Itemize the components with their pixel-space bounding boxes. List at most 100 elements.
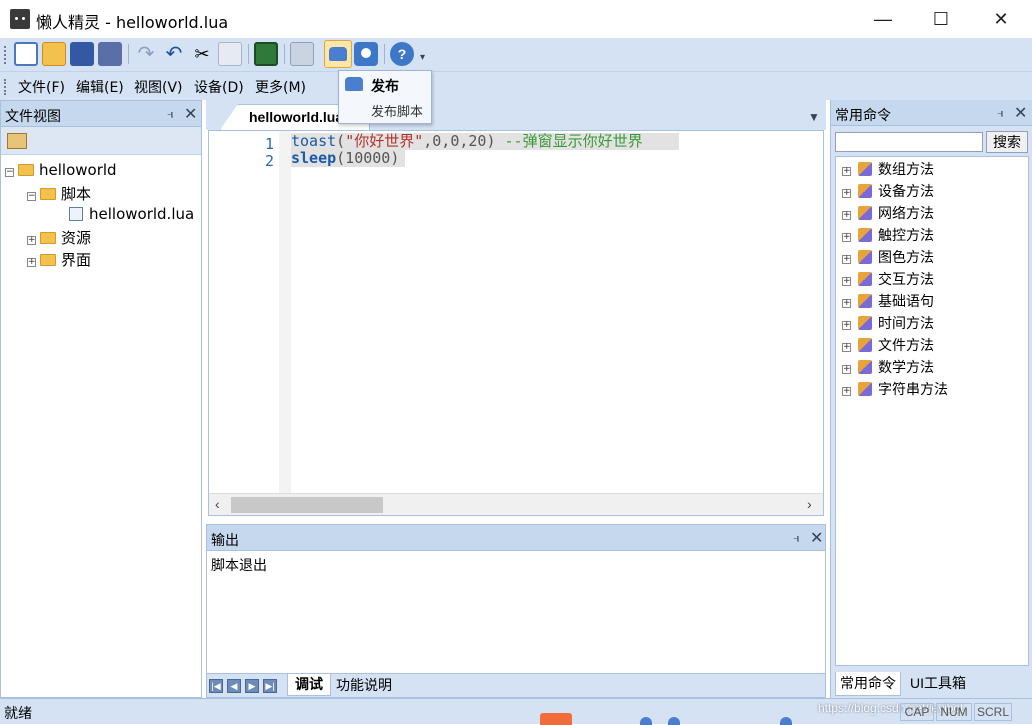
file-view-toolbar (1, 127, 201, 155)
pin-icon[interactable]: ⫣ (997, 106, 1004, 121)
new-file-icon[interactable] (14, 42, 38, 66)
command-list: + 数组方法 + 设备方法 + 网络方法 + 触控方法 + 图色方法 + 交互方法 + 基础语… (835, 156, 1029, 666)
command-item[interactable]: + 图色方法 (842, 247, 934, 267)
command-item[interactable]: + 文件方法 (842, 335, 934, 355)
code-content: toast("你好世界",0,0,20) --弹窗显示你好世界 sleep(10… (291, 133, 679, 167)
tab-ui-toolbox[interactable]: UI工具箱 (903, 672, 973, 696)
camera-icon[interactable] (354, 42, 378, 66)
search-button[interactable]: 搜索 (986, 131, 1028, 153)
menu-file[interactable]: 文件(F) (18, 77, 65, 97)
expand-icon[interactable]: + (842, 189, 851, 198)
scroll-left-icon[interactable]: ‹ (215, 496, 220, 512)
next-page-icon[interactable]: ▶ (245, 679, 259, 693)
publish-script-item[interactable]: 发布脚本 (371, 101, 423, 120)
tab-common-commands[interactable]: 常用命令 (835, 672, 901, 696)
cut-icon[interactable]: ✂ (190, 42, 214, 66)
command-item[interactable]: + 网络方法 (842, 203, 934, 223)
last-page-icon[interactable]: ▶| (263, 679, 277, 693)
maximize-icon[interactable]: ☐ (918, 0, 964, 38)
android-icon (329, 47, 347, 61)
redo-icon[interactable]: ↷ (134, 42, 158, 66)
toolbar-separator (128, 44, 129, 64)
close-panel-icon[interactable]: ✕ (1014, 103, 1027, 122)
expand-icon[interactable]: + (842, 255, 851, 264)
code-comment: --弹窗显示你好世界 (495, 132, 643, 150)
undo-icon[interactable]: ↶ (162, 42, 186, 66)
menu-device[interactable]: 设备(D) (194, 77, 244, 97)
method-icon (858, 382, 872, 396)
command-item[interactable]: + 触控方法 (842, 225, 934, 245)
first-page-icon[interactable]: |◀ (209, 679, 223, 693)
line-number-gutter: 1 2 (209, 131, 279, 493)
tree-item-ui[interactable]: + 界面 (27, 249, 91, 270)
command-search-input[interactable] (835, 132, 983, 152)
scroll-right-icon[interactable]: › (807, 496, 812, 512)
menu-edit[interactable]: 编辑(E) (76, 77, 124, 97)
expand-icon[interactable]: + (842, 387, 851, 396)
publish-popup: 发布 发布脚本 (338, 70, 432, 124)
menu-more[interactable]: 更多(M) (255, 77, 306, 97)
scrollbar-thumb[interactable] (231, 497, 383, 513)
expand-icon[interactable]: + (27, 258, 36, 267)
method-icon (858, 162, 872, 176)
close-icon[interactable]: ✕ (978, 0, 1024, 38)
file-view-header: 文件视图 ⫣ ✕ (1, 101, 201, 127)
menu-view[interactable]: 视图(V) (134, 77, 183, 97)
command-item[interactable]: + 字符串方法 (842, 379, 948, 399)
command-item[interactable]: + 数学方法 (842, 357, 934, 377)
tab-debug[interactable]: 调试 (287, 674, 331, 696)
expand-icon[interactable]: + (842, 233, 851, 242)
csdn-logo (540, 713, 572, 725)
save-all-icon[interactable] (98, 42, 122, 66)
save-icon[interactable] (70, 42, 94, 66)
command-item[interactable]: + 时间方法 (842, 313, 934, 333)
collapse-icon[interactable]: − (27, 192, 36, 201)
code-function: toast (291, 132, 337, 150)
copy-icon[interactable] (218, 42, 242, 66)
tree-item-resources[interactable]: + 资源 (27, 227, 91, 248)
prev-page-icon[interactable]: ◀ (227, 679, 241, 693)
method-icon (858, 250, 872, 264)
window-icon[interactable] (290, 42, 314, 66)
collapse-icon[interactable]: − (5, 168, 14, 177)
command-item[interactable]: + 基础语句 (842, 291, 934, 311)
command-item[interactable]: + 数组方法 (842, 159, 934, 179)
tree-item-script-file[interactable]: helloworld.lua (69, 205, 194, 223)
tab-function-desc[interactable]: 功能说明 (331, 675, 397, 695)
project-icon[interactable] (7, 133, 27, 149)
expand-icon[interactable]: + (842, 299, 851, 308)
command-item[interactable]: + 设备方法 (842, 181, 934, 201)
expand-icon[interactable]: + (842, 167, 851, 176)
editor-tab-strip: helloworld.lua ▼ (206, 100, 826, 130)
open-folder-icon[interactable] (42, 42, 66, 66)
command-item[interactable]: + 交互方法 (842, 269, 934, 289)
horizontal-scrollbar[interactable]: ‹ › (209, 493, 823, 515)
close-panel-icon[interactable]: ✕ (184, 104, 197, 123)
expand-icon[interactable]: + (842, 321, 851, 330)
tab-list-dropdown-icon[interactable]: ▼ (808, 110, 820, 124)
status-text: 就绪 (4, 705, 32, 721)
code-line-1: toast("你好世界",0,0,20) --弹窗显示你好世界 (291, 133, 679, 150)
fold-margin (279, 131, 291, 493)
pin-icon[interactable]: ⫣ (793, 531, 800, 546)
expand-icon[interactable]: + (842, 211, 851, 220)
toolbar-overflow-icon[interactable]: ▾ (420, 52, 425, 63)
code-editor[interactable]: 1 2 toast("你好世界",0,0,20) --弹窗显示你好世界 slee… (208, 130, 824, 516)
expand-icon[interactable]: + (27, 236, 36, 245)
publish-button[interactable] (324, 40, 352, 68)
minimize-icon[interactable]: — (860, 0, 906, 38)
window-title: 懒人精灵 - helloworld.lua (36, 13, 229, 32)
help-icon[interactable]: ? (390, 42, 414, 66)
tree-item-scripts[interactable]: − 脚本 (27, 183, 91, 204)
close-panel-icon[interactable]: ✕ (810, 528, 823, 547)
run-icon[interactable] (254, 42, 278, 66)
pin-icon[interactable]: ⫣ (167, 107, 174, 122)
output-text: 脚本退出 (211, 557, 267, 573)
code-line-2: sleep(10000) (291, 150, 405, 167)
popup-title: 发布 (371, 78, 399, 94)
tree-item-root[interactable]: − helloworld (5, 161, 117, 179)
method-icon (858, 184, 872, 198)
expand-icon[interactable]: + (842, 277, 851, 286)
expand-icon[interactable]: + (842, 343, 851, 352)
expand-icon[interactable]: + (842, 365, 851, 374)
